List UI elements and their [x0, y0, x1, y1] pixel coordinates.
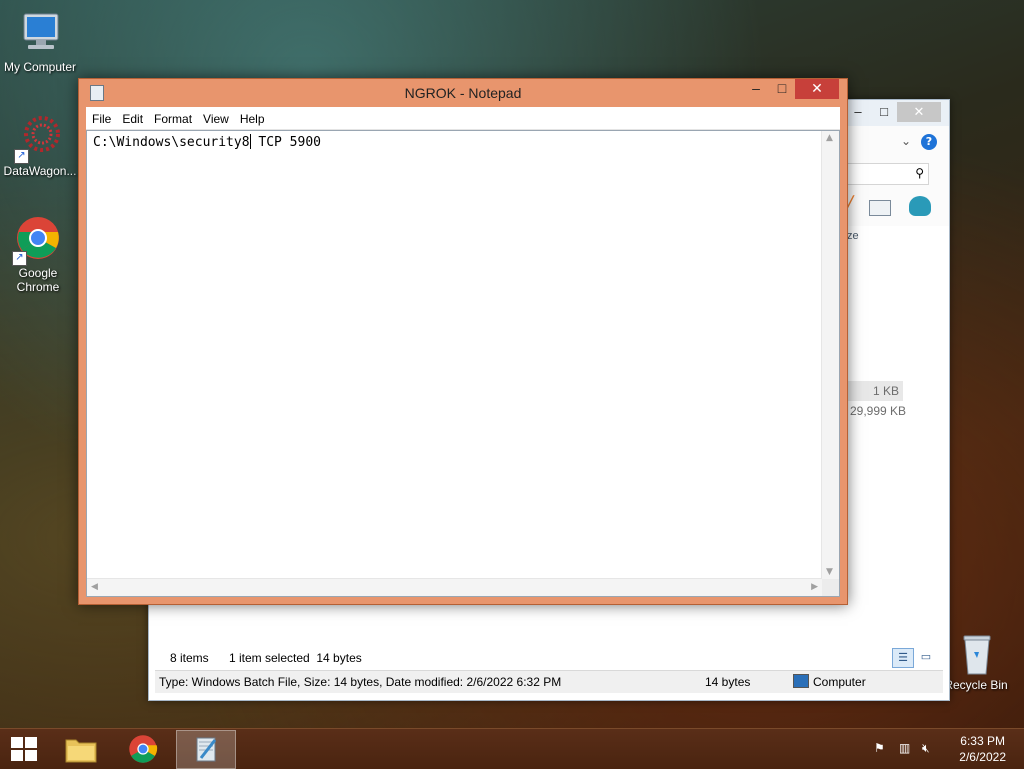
- chevron-down-icon[interactable]: ⌄: [901, 134, 911, 148]
- text-after-caret: TCP 5900: [250, 135, 321, 150]
- file-size-cell: 29,999 KB: [850, 404, 907, 418]
- start-button[interactable]: [0, 729, 48, 769]
- folder-icon: [65, 739, 97, 763]
- clock-date: 2/6/2022: [959, 750, 1006, 764]
- location-text: Computer: [813, 675, 866, 689]
- menu-file[interactable]: File: [86, 107, 116, 126]
- datawagon-logo-icon: ↗: [14, 114, 64, 164]
- menu-help[interactable]: Help: [234, 107, 270, 126]
- selection-info: 1 item selected 14 bytes: [229, 651, 362, 665]
- system-clock[interactable]: 6:33 PM 2/6/2022: [959, 733, 1006, 765]
- file-size-cell: 1 KB: [847, 381, 903, 401]
- shell-icon[interactable]: [909, 196, 931, 216]
- volume-muted-icon[interactable]: 🔇︎: [922, 741, 938, 757]
- chrome-icon: [129, 735, 158, 763]
- windows-logo-icon: [11, 737, 37, 761]
- shortcut-arrow-icon: ↗: [12, 251, 27, 266]
- desktop-icon-datawagon[interactable]: ↗ DataWagon...: [0, 114, 80, 178]
- resize-grip[interactable]: [822, 579, 839, 596]
- details-view-button[interactable]: ☰: [892, 648, 914, 668]
- recycle-bin-icon: [952, 630, 1000, 676]
- minimize-button[interactable]: –: [743, 79, 769, 99]
- search-box[interactable]: ⚲: [847, 163, 929, 185]
- item-count: 8 items: [170, 651, 209, 665]
- taskbar-google-chrome[interactable]: [114, 730, 172, 767]
- search-icon: ⚲: [915, 166, 924, 180]
- maximize-button[interactable]: □: [769, 79, 795, 99]
- text-editor-area[interactable]: C:\Windows\security8 TCP 5900 ▲ ▼ ◀ ▶: [86, 130, 840, 597]
- taskbar-notepad[interactable]: [176, 730, 236, 769]
- maximize-button[interactable]: □: [871, 102, 897, 122]
- menu-format[interactable]: Format: [148, 107, 197, 126]
- desktop-icon-google-chrome[interactable]: ↗ Google Chrome: [0, 216, 78, 294]
- clock-time: 6:33 PM: [960, 734, 1005, 748]
- vertical-scrollbar[interactable]: ▲ ▼: [821, 131, 839, 579]
- desktop-icon-my-computer[interactable]: My Computer: [0, 10, 80, 74]
- text-before-caret: C:\Windows\security8: [93, 135, 250, 150]
- taskbar-file-explorer[interactable]: [52, 730, 110, 767]
- scroll-up-icon[interactable]: ▲: [826, 133, 833, 143]
- scroll-left-icon[interactable]: ◀: [91, 582, 98, 592]
- network-icon[interactable]: ▥: [899, 741, 915, 757]
- explorer-status-bar: 8 items 1 item selected 14 bytes ☰ ▭: [149, 646, 949, 670]
- chrome-icon: ↗: [12, 216, 62, 266]
- scroll-down-icon[interactable]: ▼: [826, 567, 833, 577]
- taskbar: ⚑ ▥ 🔇︎ 6:33 PM 2/6/2022: [0, 728, 1024, 769]
- help-icon[interactable]: ?: [921, 134, 937, 150]
- desktop-icon-label: Google Chrome: [16, 266, 60, 294]
- menu-bar: File Edit Format View Help: [86, 107, 840, 130]
- file-details-text: Type: Windows Batch File, Size: 14 bytes…: [159, 675, 562, 689]
- close-button[interactable]: ✕: [897, 102, 941, 122]
- desktop-icon-label: DataWagon...: [3, 164, 77, 178]
- horizontal-scrollbar[interactable]: ◀ ▶: [87, 578, 822, 596]
- window-title: NGROK - Notepad: [404, 85, 522, 101]
- notepad-icon: [196, 737, 217, 762]
- menu-edit[interactable]: Edit: [116, 107, 148, 126]
- notepad-titlebar[interactable]: NGROK - Notepad – □ ✕: [79, 79, 847, 107]
- menu-view[interactable]: View: [197, 107, 234, 126]
- computer-icon: [793, 674, 809, 688]
- preview-pane-icon[interactable]: [869, 200, 891, 216]
- shortcut-arrow-icon: ↗: [14, 149, 29, 164]
- details-bar: Type: Windows Batch File, Size: 14 bytes…: [155, 670, 943, 693]
- desktop-icon-label: My Computer: [3, 60, 77, 74]
- action-center-flag-icon[interactable]: ⚑: [874, 741, 890, 757]
- large-icons-view-button[interactable]: ▭: [917, 648, 935, 666]
- close-button[interactable]: ✕: [795, 79, 839, 99]
- minimize-button[interactable]: –: [845, 102, 871, 122]
- notepad-window[interactable]: NGROK - Notepad – □ ✕ File Edit Format View…: [78, 78, 848, 605]
- computer-icon: [16, 10, 64, 58]
- file-size-text: 14 bytes: [705, 675, 751, 689]
- scroll-right-icon[interactable]: ▶: [811, 582, 818, 592]
- column-header-size[interactable]: ze: [847, 230, 859, 242]
- document-text: C:\Windows\security8 TCP 5900: [93, 134, 321, 150]
